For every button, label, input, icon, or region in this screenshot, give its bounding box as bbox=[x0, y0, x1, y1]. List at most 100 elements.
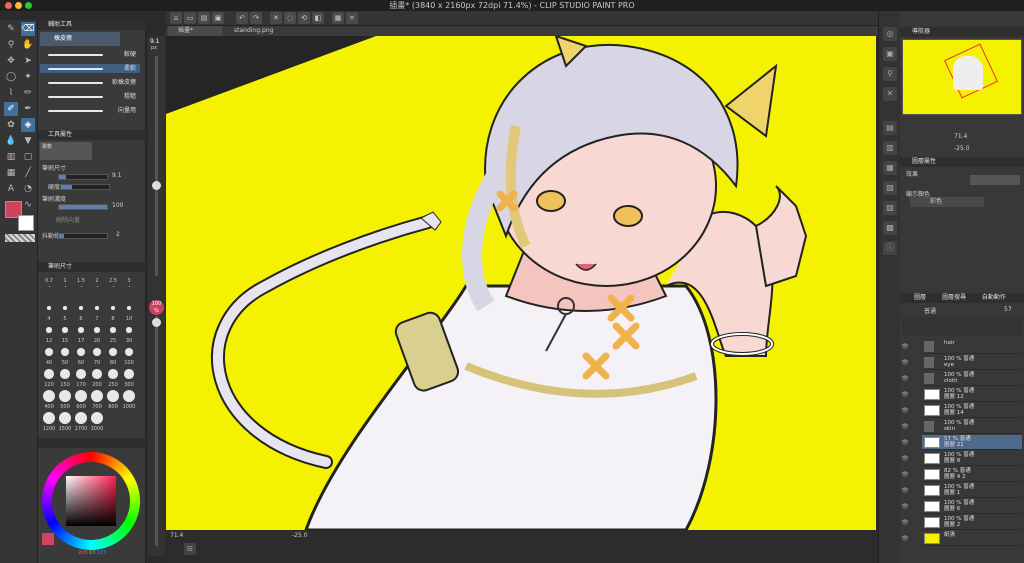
brush-size-preset[interactable] bbox=[43, 412, 55, 424]
size-slider-knob[interactable] bbox=[152, 181, 161, 190]
brush-size-preset[interactable] bbox=[125, 348, 133, 356]
layer-row[interactable]: 100 % 普通 圖層 8 bbox=[922, 451, 1022, 466]
brush-size-preset[interactable] bbox=[123, 390, 135, 402]
brush-size-preset[interactable] bbox=[92, 369, 102, 379]
brush-size-preset[interactable] bbox=[61, 348, 69, 356]
layer-row[interactable]: 100 % 普通 skin bbox=[922, 419, 1022, 434]
brush-size-preset[interactable] bbox=[59, 390, 71, 402]
decoration-icon[interactable]: ✿ bbox=[4, 118, 18, 132]
new-file-icon[interactable]: ▭ bbox=[184, 12, 196, 24]
layer-row[interactable]: 100 % 普通 eye bbox=[922, 355, 1022, 370]
delete-icon[interactable]: ✕ bbox=[883, 87, 897, 101]
layer-row[interactable]: 紙張 bbox=[922, 531, 1022, 546]
hand-tool-icon[interactable]: ✋ bbox=[21, 38, 35, 52]
layer-property-icon[interactable]: ▤ bbox=[883, 121, 897, 135]
lasso-tool-icon[interactable]: ◯ bbox=[4, 70, 18, 84]
layer-visibility-icon[interactable]: 👁 bbox=[900, 499, 910, 514]
move-tool-icon[interactable]: ✥ bbox=[4, 54, 18, 68]
layer-row[interactable]: 100 % 普通 圖層 6 bbox=[922, 499, 1022, 514]
home-icon[interactable]: ⌂ bbox=[170, 12, 182, 24]
layer-visibility-icon[interactable]: 👁 bbox=[900, 387, 910, 402]
brush-item[interactable]: 軟橡皮擦 bbox=[40, 78, 140, 87]
blend-mode[interactable]: 普通 bbox=[924, 306, 936, 315]
angle-readout[interactable]: -25.0 bbox=[292, 532, 308, 539]
operation-tool-icon[interactable]: ➤ bbox=[21, 54, 35, 68]
search-icon[interactable]: ⚲ bbox=[883, 67, 897, 81]
layer-visibility-icon[interactable]: 👁 bbox=[900, 515, 910, 530]
brush-size-preset[interactable] bbox=[60, 369, 70, 379]
info-icon[interactable]: ⓘ bbox=[883, 241, 897, 255]
navigator-toggle-icon[interactable]: ⊟ bbox=[184, 543, 196, 555]
brush-item[interactable]: 向量用 bbox=[40, 106, 140, 115]
brush-item[interactable]: 較硬 bbox=[40, 50, 140, 59]
brush-size-preset[interactable] bbox=[62, 327, 68, 333]
brush-size-preset[interactable] bbox=[95, 306, 99, 310]
subtool-group-tab[interactable]: 橡皮擦 bbox=[40, 32, 120, 46]
animation-icon[interactable]: ▨ bbox=[883, 201, 897, 215]
layer-row[interactable]: 57 % 普通 圖層 21 bbox=[922, 435, 1022, 450]
clear-icon[interactable]: ✕ bbox=[270, 12, 282, 24]
blend-icon[interactable]: 💧 bbox=[4, 134, 18, 148]
timeline-icon[interactable]: ▩ bbox=[883, 221, 897, 235]
item-bank-icon[interactable]: ▧ bbox=[883, 181, 897, 195]
airbrush-icon[interactable]: ✒ bbox=[21, 102, 35, 116]
brush-size-preset[interactable] bbox=[79, 306, 83, 310]
brush-size-preset[interactable] bbox=[112, 285, 114, 287]
delete-vector-label[interactable]: 刪除向量 bbox=[56, 216, 156, 225]
brush-size-preset[interactable] bbox=[75, 412, 87, 424]
brush-size-preset[interactable] bbox=[43, 390, 55, 402]
subview-icon[interactable]: ▣ bbox=[883, 47, 897, 61]
undo-icon[interactable]: ↶ bbox=[236, 12, 248, 24]
brush-size-preset[interactable] bbox=[108, 369, 118, 379]
eraser-icon[interactable]: ◈ bbox=[21, 118, 35, 132]
text-tool-icon[interactable]: A bbox=[4, 182, 18, 196]
opacity-slider-knob[interactable] bbox=[152, 318, 161, 327]
brush-size-preset[interactable] bbox=[44, 369, 54, 379]
density-value[interactable]: 100 bbox=[112, 202, 123, 209]
brush-size-preset[interactable] bbox=[128, 285, 130, 287]
history-icon[interactable]: ▥ bbox=[883, 141, 897, 155]
tab-illustration[interactable]: 插畫* bbox=[168, 26, 222, 36]
navigator-icon[interactable]: ◎ bbox=[883, 27, 897, 41]
balloon-icon[interactable]: ◔ bbox=[21, 182, 35, 196]
brush-size-preset[interactable] bbox=[127, 306, 131, 310]
brush-size-preset[interactable] bbox=[76, 369, 86, 379]
correction-icon[interactable]: ∿ bbox=[21, 198, 35, 212]
auto-select-icon[interactable]: ✦ bbox=[21, 70, 35, 84]
ruler-tool-icon[interactable]: ╱ bbox=[21, 166, 35, 180]
select-icon[interactable]: ◌ bbox=[284, 12, 296, 24]
layer-row[interactable]: 100 % 普通 圖層 12 bbox=[922, 387, 1022, 402]
transform-icon[interactable]: ⟲ bbox=[298, 12, 310, 24]
tab-standing[interactable]: standing.png bbox=[224, 26, 284, 36]
minimize-window-button[interactable] bbox=[15, 2, 22, 9]
brush-size-preset[interactable] bbox=[46, 327, 52, 333]
brush-size-preset[interactable] bbox=[75, 390, 87, 402]
fill-icon[interactable]: ◧ bbox=[312, 12, 324, 24]
ruler-icon[interactable]: ▦ bbox=[332, 12, 344, 24]
brush-size-preset[interactable] bbox=[94, 327, 100, 333]
brush-size-preset[interactable] bbox=[124, 369, 134, 379]
close-window-button[interactable] bbox=[5, 2, 12, 9]
brush-size-preset[interactable] bbox=[47, 306, 51, 310]
tab-auto-action[interactable]: 自動動作 bbox=[968, 294, 1006, 301]
layer-visibility-icon[interactable]: 👁 bbox=[900, 435, 910, 450]
brush-size-preset[interactable] bbox=[77, 348, 85, 356]
zoom-window-button[interactable] bbox=[25, 2, 32, 9]
save-icon[interactable]: ▣ bbox=[212, 12, 224, 24]
effect-buttons[interactable] bbox=[970, 175, 1020, 185]
brush-size-preset[interactable] bbox=[91, 412, 103, 424]
navigator-zoom[interactable]: 71.4 bbox=[954, 133, 967, 140]
current-color-chip[interactable] bbox=[42, 533, 54, 545]
frame-icon[interactable]: ▦ bbox=[4, 166, 18, 180]
fill-tool-icon[interactable]: ▼ bbox=[21, 134, 35, 148]
brush-size-preset[interactable] bbox=[45, 348, 53, 356]
opacity-slider[interactable] bbox=[155, 316, 158, 546]
material-icon[interactable]: ▦ bbox=[883, 161, 897, 175]
layer-visibility-icon[interactable]: 👁 bbox=[900, 531, 910, 546]
layer-visibility-icon[interactable]: 👁 bbox=[900, 467, 910, 482]
pencil-icon[interactable]: ✏ bbox=[21, 86, 35, 100]
layer-visibility-icon[interactable]: 👁 bbox=[900, 419, 910, 434]
brush-size-preset[interactable] bbox=[59, 412, 71, 424]
brush-size-preset[interactable] bbox=[126, 327, 132, 333]
layer-visibility-icon[interactable]: 👁 bbox=[900, 339, 910, 354]
